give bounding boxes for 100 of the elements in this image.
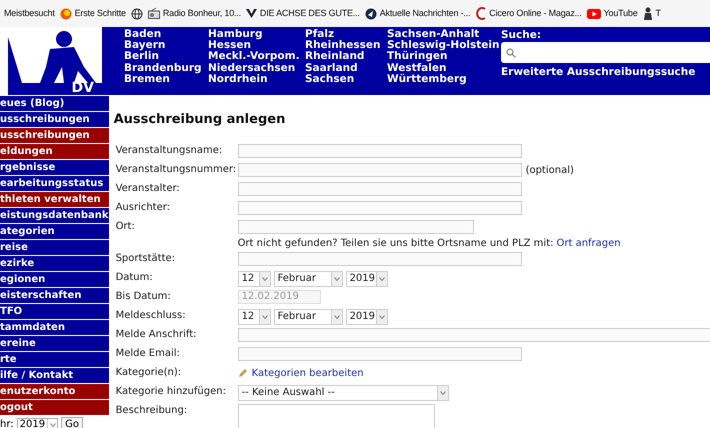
- pencil-icon: [238, 368, 248, 378]
- video-logo-icon: [586, 8, 601, 18]
- text-input-field[interactable]: [238, 220, 474, 234]
- sidebar-item[interactable]: usschreibungen: [0, 128, 109, 143]
- region-link[interactable]: Berlin: [124, 51, 208, 63]
- caret-icon: [376, 272, 387, 286]
- region-link[interactable]: Baden: [124, 29, 208, 40]
- sidebar-item[interactable]: reise: [0, 240, 109, 255]
- edit-categories-link[interactable]: Kategorien bearbeiten: [252, 366, 364, 380]
- region-link[interactable]: Hessen: [208, 40, 305, 52]
- region-link[interactable]: Rheinland: [305, 51, 387, 63]
- region-link[interactable]: Bremen: [124, 74, 208, 86]
- sidebar-item[interactable]: egionen: [0, 272, 109, 287]
- text-input-field[interactable]: [238, 144, 522, 158]
- region-link[interactable]: Niedersachsen: [208, 62, 305, 74]
- advanced-search-link[interactable]: Erweiterte Ausschreibungssuche: [501, 66, 710, 78]
- globe-icon[interactable]: [130, 8, 143, 20]
- sidebar-item[interactable]: ategorien: [0, 224, 109, 239]
- text-input-field[interactable]: [238, 182, 522, 196]
- sidebar-item[interactable]: ilfe / Kontakt: [0, 368, 109, 383]
- field-label: Sportstätte:: [116, 252, 176, 266]
- field-label: Ausrichter:: [116, 200, 172, 214]
- sidebar-item[interactable]: rgebnisse: [0, 160, 109, 175]
- search-field[interactable]: [501, 42, 710, 63]
- field-label: Melde Anschrift:: [116, 328, 198, 342]
- field-label: Beschreibung:: [116, 404, 188, 418]
- news-logo-icon: [364, 8, 377, 20]
- bookmark-link[interactable]: T: [642, 6, 661, 20]
- fox-icon: [60, 8, 72, 20]
- region-link[interactable]: Saarland: [305, 62, 387, 74]
- caret-icon: [258, 310, 270, 324]
- sidebar-item[interactable]: rte: [0, 352, 109, 367]
- region-link[interactable]: Brandenburg: [124, 62, 208, 74]
- bookmark-link[interactable]: Radio Bonheur, 10...: [148, 6, 241, 20]
- region-link[interactable]: Württemberg: [387, 74, 501, 86]
- caret-icon: [436, 386, 448, 400]
- text-input-field[interactable]: [238, 163, 522, 177]
- region-link[interactable]: Pfalz: [305, 29, 387, 40]
- region-link[interactable]: Sachsen: [305, 74, 387, 86]
- field-label: Kategorie hinzufügen:: [116, 384, 227, 398]
- region-link[interactable]: Westfalen: [387, 62, 501, 74]
- year-label: hr:: [0, 418, 14, 428]
- search-icon: [506, 48, 516, 58]
- disabled-date-field: 12.02.2019: [238, 290, 321, 304]
- year-select[interactable]: 2019: [346, 308, 388, 324]
- hint-text: Ort nicht gefunden? Teilen sie uns bitte Ortsname und PLZ mit:: [238, 236, 554, 250]
- year-select[interactable]: 2019: [16, 418, 58, 428]
- sidebar-item[interactable]: ereine: [0, 336, 109, 351]
- sidebar-item[interactable]: ogout: [0, 400, 109, 415]
- sidebar-item[interactable]: eisterschaften: [0, 288, 109, 303]
- region-link[interactable]: Bayern: [124, 40, 208, 52]
- figure-icon: [642, 7, 652, 20]
- field-label: Veranstaltungsnummer:: [116, 162, 238, 176]
- category-select[interactable]: -- Keine Auswahl --: [238, 384, 449, 400]
- description-textarea[interactable]: [238, 404, 435, 428]
- field-label: Kategorie(n):: [116, 366, 182, 380]
- bookmark-link[interactable]: Erste Schritte: [60, 6, 126, 20]
- page-title: Ausschreibung anlegen: [114, 111, 286, 129]
- sidebar-item[interactable]: eistungsdatenbank: [0, 208, 109, 223]
- caret-icon: [330, 272, 342, 286]
- bookmark-link[interactable]: Cicero Online - Magaz...: [475, 6, 582, 20]
- radio-icon: [148, 8, 160, 19]
- sidebar-item[interactable]: usschreibungen: [0, 112, 109, 127]
- text-input-field[interactable]: [238, 346, 522, 360]
- region-link[interactable]: Meckl.-Vorpom.: [208, 51, 305, 63]
- field-label: Veranstaltungsname:: [116, 144, 224, 158]
- region-link[interactable]: Schleswig-Holstein: [387, 40, 501, 52]
- sidebar-item[interactable]: ezirke: [0, 256, 109, 271]
- text-input-field[interactable]: [238, 200, 522, 214]
- text-input-field[interactable]: [238, 328, 710, 342]
- c-logo-icon: [475, 7, 486, 20]
- bookmark-link[interactable]: DIE ACHSE DES GUTE...: [246, 6, 360, 20]
- bookmark-link[interactable]: Aktuelle Nachrichten -...: [364, 6, 470, 20]
- day-select[interactable]: 12: [238, 270, 271, 286]
- bookmark-link[interactable]: Meistbesucht: [4, 6, 55, 20]
- field-label: Meldeschluss:: [116, 308, 187, 322]
- month-select[interactable]: Februar: [274, 308, 343, 324]
- caret-icon: [47, 418, 58, 428]
- sidebar-item[interactable]: enutzerkonto: [0, 384, 109, 399]
- sidebar-item[interactable]: earbeitungsstatus: [0, 176, 109, 191]
- field-label: Bis Datum:: [116, 290, 172, 304]
- go-button[interactable]: Go: [61, 417, 83, 428]
- request-place-link[interactable]: Ort anfragen: [556, 236, 621, 250]
- sidebar-item[interactable]: TFO: [0, 304, 109, 319]
- region-link[interactable]: Thüringen: [387, 51, 501, 63]
- year-select[interactable]: 2019: [346, 270, 388, 286]
- field-label: Ort:: [116, 220, 136, 234]
- region-link[interactable]: Rheinhessen: [305, 40, 387, 52]
- sidebar-item[interactable]: eues (Blog): [0, 96, 109, 111]
- day-select[interactable]: 12: [238, 308, 271, 324]
- text-input-field[interactable]: [238, 252, 522, 266]
- sidebar-item[interactable]: eldungen: [0, 144, 109, 159]
- region-link[interactable]: Sachsen-Anhalt: [387, 29, 501, 40]
- sidebar-item[interactable]: tammdaten: [0, 320, 109, 335]
- sidebar-item[interactable]: thleten verwalten: [0, 192, 109, 207]
- region-link[interactable]: Hamburg: [208, 29, 305, 40]
- caret-icon: [330, 310, 342, 324]
- month-select[interactable]: Februar: [274, 270, 343, 286]
- region-link[interactable]: Nordrhein: [208, 74, 305, 86]
- bookmark-link[interactable]: YouTube: [586, 6, 638, 20]
